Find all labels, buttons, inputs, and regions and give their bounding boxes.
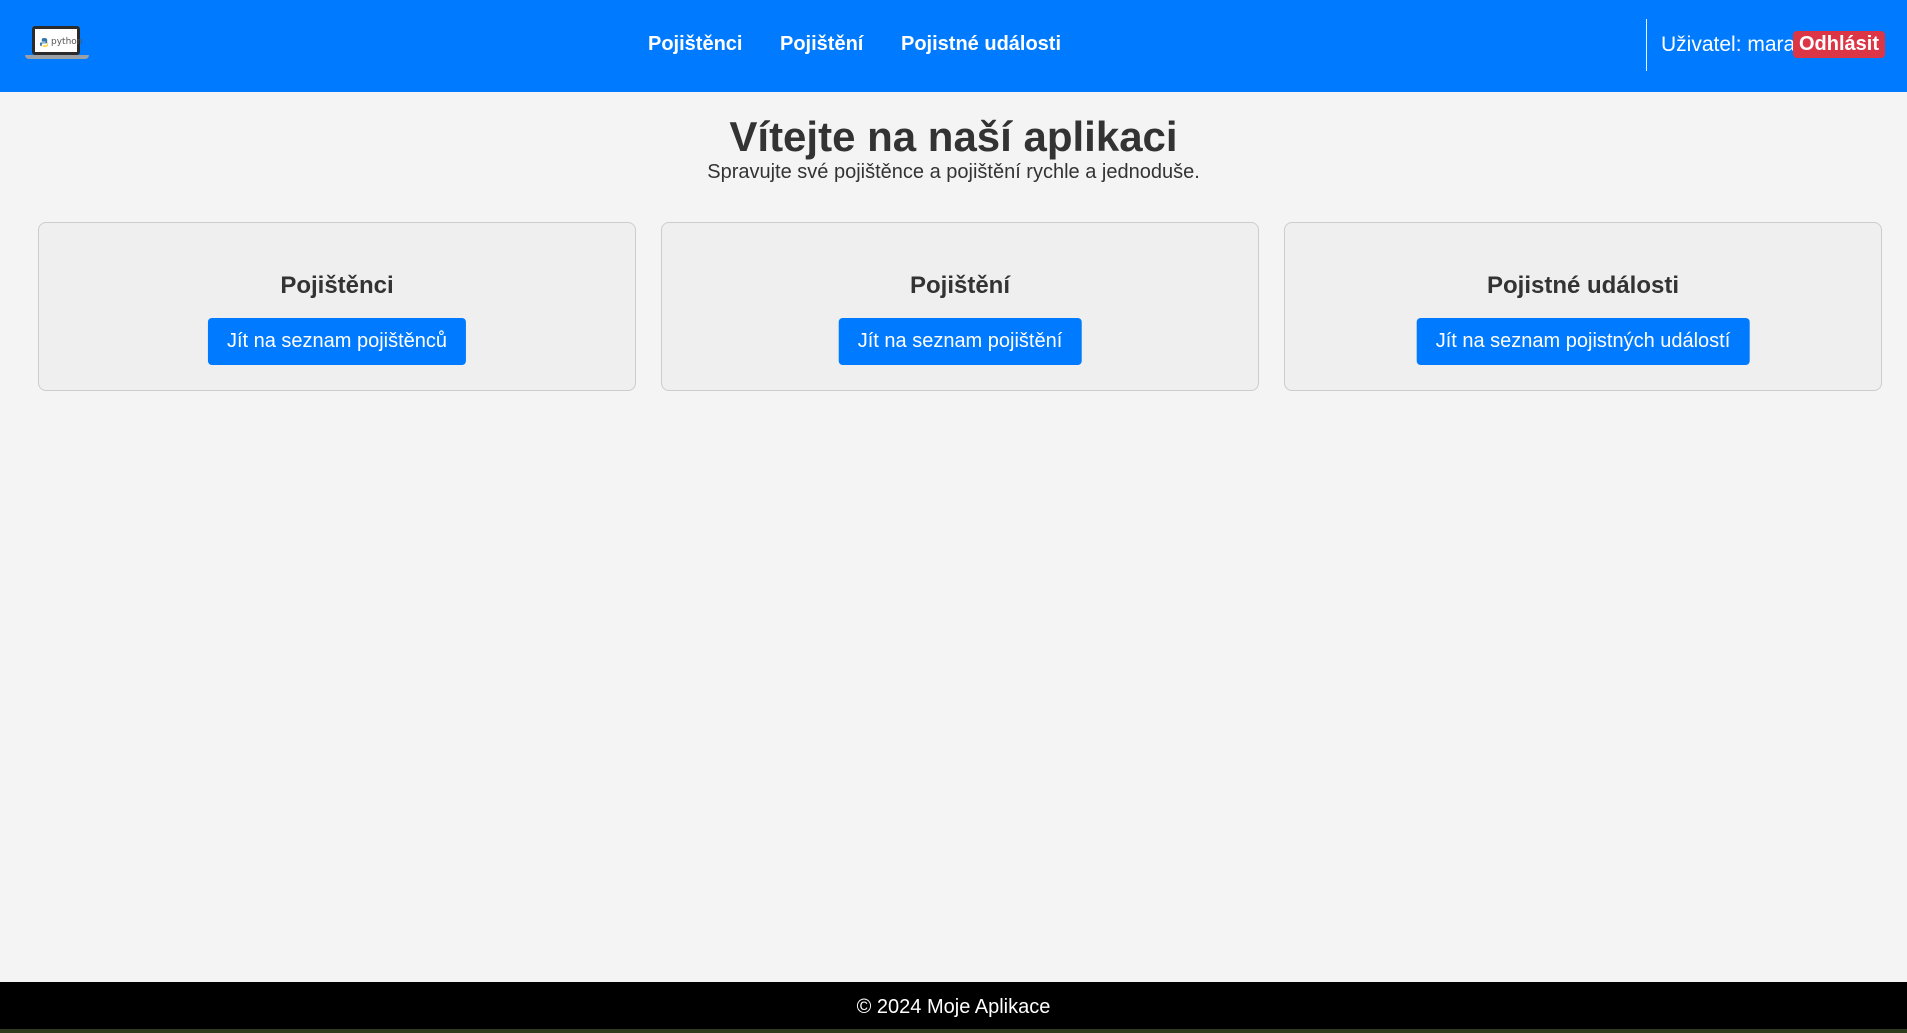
- top-navbar: python Pojištěnci Pojištění Pojistné udá…: [0, 0, 1907, 92]
- footer-copyright: © 2024 Moje Aplikace: [856, 996, 1051, 1018]
- go-to-claims-list-button[interactable]: Jít na seznam pojistných událostí: [1416, 318, 1750, 365]
- footer: © 2024 Moje Aplikace: [0, 982, 1907, 1029]
- python-logo-icon[interactable]: python: [25, 23, 89, 61]
- current-user-label: Uživatel: mara: [1661, 33, 1796, 56]
- card-pojistenci: Pojištěnci Jít na seznam pojištěnců: [38, 222, 636, 391]
- navbar-divider: [1646, 19, 1647, 71]
- card-title: Pojištěnci: [280, 272, 394, 299]
- nav-link-pojistne-udalosti[interactable]: Pojistné události: [901, 33, 1061, 56]
- python-snake-icon: [40, 38, 49, 47]
- card-title: Pojištění: [909, 272, 1011, 299]
- go-to-insured-list-button[interactable]: Jít na seznam pojištěnců: [207, 318, 467, 365]
- card-pojisteni: Pojištění Jít na seznam pojištění: [661, 222, 1259, 391]
- go-to-insurance-list-button[interactable]: Jít na seznam pojištění: [838, 318, 1082, 365]
- page-subtitle: Spravujte své pojištěnce a pojištění ryc…: [707, 161, 1200, 183]
- nav-link-pojistenci[interactable]: Pojištěnci: [648, 33, 742, 56]
- nav-link-pojisteni[interactable]: Pojištění: [780, 33, 863, 56]
- nav-links: Pojištěnci Pojištění Pojistné události: [0, 0, 1907, 92]
- page-title: Vítejte na naší aplikaci: [729, 113, 1178, 160]
- card-title: Pojistné události: [1486, 272, 1680, 299]
- page-bottom-edge: [0, 1029, 1907, 1033]
- card-pojistne-udalosti: Pojistné události Jít na seznam pojistný…: [1284, 222, 1882, 391]
- logo-screen: python: [32, 26, 83, 55]
- logout-button[interactable]: Odhlásit: [1793, 31, 1886, 58]
- logo-laptop-base: [25, 55, 89, 59]
- logo-word: python: [51, 37, 83, 47]
